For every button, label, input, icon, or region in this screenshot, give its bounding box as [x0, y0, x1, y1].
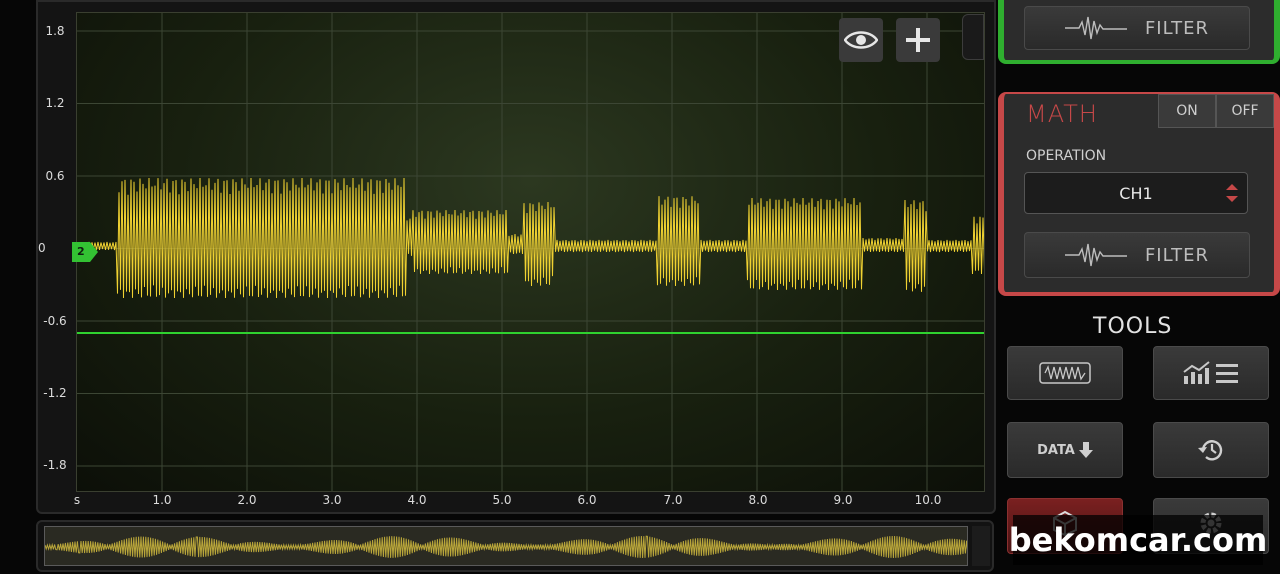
- x-tick-label: 1.0: [152, 493, 172, 507]
- measure-list-icon: [1183, 361, 1238, 384]
- math-filter-button[interactable]: FILTER: [1024, 232, 1250, 278]
- overview-waveform: [45, 535, 967, 559]
- tools-title: TOOLS: [1093, 314, 1173, 339]
- select-arrows-icon: [1218, 174, 1246, 212]
- math-title: MATH: [1026, 100, 1098, 128]
- operation-select[interactable]: CH1: [1024, 172, 1248, 214]
- x-tick-label: 6.0: [577, 493, 597, 507]
- add-button[interactable]: [896, 18, 940, 62]
- filter-label: FILTER: [1144, 244, 1210, 266]
- overview-window[interactable]: [44, 526, 968, 566]
- tool-data-button[interactable]: DATA: [1007, 422, 1123, 478]
- y-tick-label: 0.6: [45, 169, 65, 183]
- eye-icon: [844, 31, 878, 49]
- y-tick-label: -1.2: [43, 386, 67, 400]
- channel-marker-label: 2: [77, 245, 85, 258]
- waveform-icon: [1039, 362, 1091, 384]
- y-tick-label: -0.6: [43, 314, 67, 328]
- waveform-pulse-icon: [1064, 16, 1127, 40]
- tool-history-button[interactable]: [1153, 422, 1269, 478]
- overview-strip[interactable]: [36, 520, 994, 572]
- math-on-button[interactable]: ON: [1158, 94, 1216, 128]
- tool-measure-button[interactable]: [1153, 346, 1269, 400]
- math-card: MATH ON OFF OPERATION CH1 FILTER: [998, 92, 1280, 296]
- y-tick-label: -1.8: [43, 458, 67, 472]
- data-label: DATA: [1037, 442, 1075, 458]
- x-tick-label: 2.0: [237, 493, 257, 507]
- operation-label: OPERATION: [1026, 148, 1107, 164]
- x-tick-label: 7.0: [663, 493, 683, 507]
- panel-drawer-handle[interactable]: [962, 14, 984, 60]
- tool-waveform-button[interactable]: [1007, 346, 1123, 400]
- y-tick-label: 1.8: [45, 24, 65, 38]
- x-tick-label: 3.0: [322, 493, 342, 507]
- visibility-button[interactable]: [839, 18, 883, 62]
- history-icon: [1198, 440, 1223, 461]
- x-tick-label: 5.0: [492, 493, 512, 507]
- channel-marker-icon[interactable]: [72, 242, 98, 262]
- x-tick-label: 10.0: [914, 493, 942, 507]
- x-tick-label: 8.0: [748, 493, 768, 507]
- filter-button[interactable]: FILTER: [1024, 6, 1250, 50]
- watermark: bekomcar.com: [1009, 515, 1267, 565]
- plus-icon: [906, 28, 930, 52]
- x-unit-label: s: [73, 493, 81, 507]
- math-toggle: ON OFF: [1158, 94, 1274, 128]
- oscilloscope-app: 1.8 1.2 0.6 0 -0.6 -1.2 -1.8 2 s 1.0 2.0…: [0, 0, 1280, 574]
- channel-card: FILTER: [998, 0, 1280, 64]
- channel-trace: [77, 177, 984, 299]
- overview-scroll-end[interactable]: [972, 526, 990, 566]
- math-off-button[interactable]: OFF: [1216, 94, 1274, 128]
- overview-trace: [45, 535, 967, 559]
- download-icon: [1078, 442, 1093, 458]
- waveform-canvas: [77, 13, 984, 491]
- waveform-plot[interactable]: [76, 12, 985, 492]
- filter-label: FILTER: [1144, 17, 1210, 39]
- waveform-pulse-icon: [1064, 243, 1127, 267]
- x-tick-label: 4.0: [407, 493, 427, 507]
- y-tick-label: 1.2: [45, 96, 65, 110]
- x-tick-label: 9.0: [833, 493, 853, 507]
